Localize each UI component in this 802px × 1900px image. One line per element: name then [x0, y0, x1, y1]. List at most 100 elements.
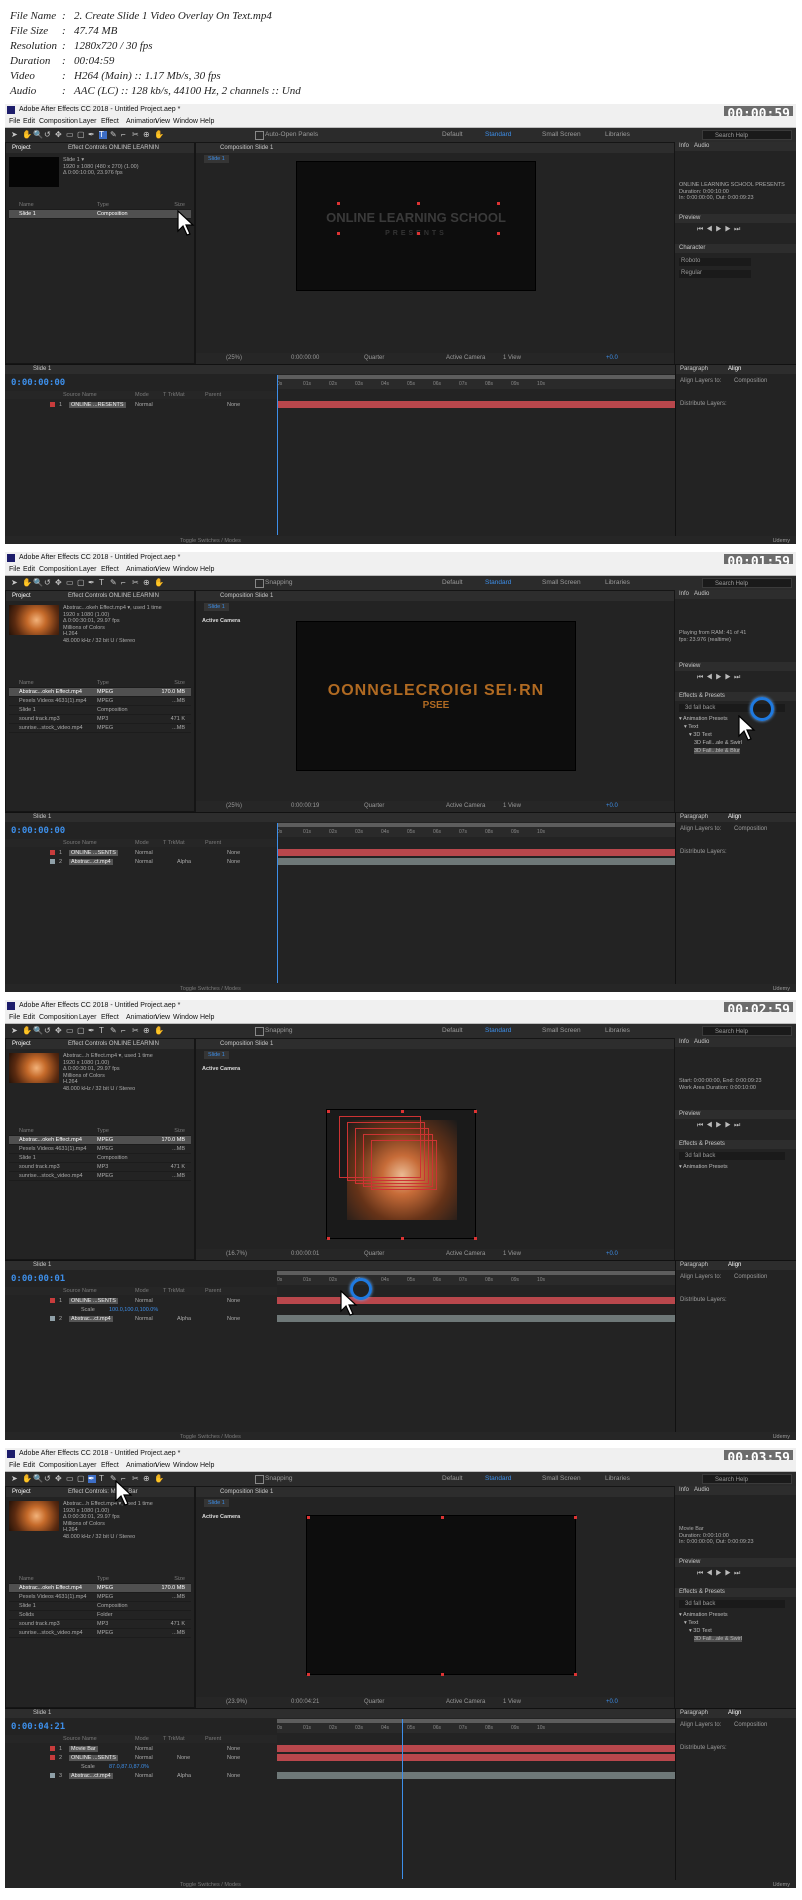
workspace-libraries[interactable]: Libraries — [605, 1475, 630, 1482]
tab-project[interactable]: Project — [12, 1041, 31, 1047]
workspace-standard[interactable]: Standard — [485, 1475, 511, 1482]
menu-item[interactable]: Effect — [101, 566, 119, 573]
workspace-default[interactable]: Default — [442, 579, 463, 586]
menu-item[interactable]: Edit — [23, 1014, 35, 1021]
playhead-line[interactable] — [402, 1719, 404, 1879]
menu-item[interactable]: Layer — [79, 1462, 97, 1469]
preview-transport-controls[interactable]: ⏮◀▶▶⏭ — [697, 1570, 743, 1578]
layer-handle[interactable] — [574, 1673, 577, 1676]
tool-icon[interactable]: ✥ — [55, 579, 63, 587]
resolution-select[interactable]: Quarter — [364, 1251, 384, 1257]
effects-tree-item[interactable]: 3D Fall...ale & Swirl — [694, 1636, 742, 1642]
layer-mode[interactable]: 87.0,87.0,87.0% — [109, 1764, 149, 1770]
tool-icon[interactable]: ⊕ — [143, 1475, 151, 1483]
layer-mode[interactable]: 100.0,100.0,100.0% — [109, 1307, 158, 1313]
effects-tree-item[interactable]: ▾ Text — [684, 1620, 698, 1626]
search-help-input[interactable]: Search Help — [702, 130, 792, 140]
layer-handle[interactable] — [400, 1110, 404, 1113]
menu-item[interactable]: Help — [200, 118, 214, 125]
camera-select[interactable]: Active Camera — [446, 1251, 485, 1257]
font-family-select[interactable]: Roboto — [679, 258, 751, 266]
tool-icon[interactable]: T — [99, 1475, 107, 1483]
tool-icon[interactable]: ✥ — [55, 1027, 63, 1035]
project-list-item[interactable]: Solids Folder — [9, 1611, 191, 1620]
search-help-input[interactable]: Search Help — [702, 1474, 792, 1484]
tool-icon[interactable]: 🔍 — [33, 1027, 43, 1035]
layer-parent[interactable]: None — [227, 1746, 240, 1752]
tool-icon[interactable]: ✋ — [154, 579, 164, 587]
tab-composition[interactable]: Composition Slide 1 — [220, 1489, 273, 1495]
layer-handle[interactable] — [474, 1110, 477, 1113]
layer-handle[interactable] — [327, 1110, 330, 1113]
menu-item[interactable]: Composition — [39, 566, 78, 573]
tool-icon[interactable]: ➤ — [11, 1027, 19, 1035]
preview-transport-controls[interactable]: ⏮◀▶▶⏭ — [697, 226, 743, 234]
tool-icon[interactable]: ▢ — [77, 1475, 85, 1483]
tool-icon[interactable]: 🔍 — [33, 579, 43, 587]
tab-paragraph[interactable]: Paragraph — [680, 814, 708, 820]
composition-viewer[interactable] — [306, 1515, 577, 1676]
align-target-select[interactable]: Composition — [734, 378, 767, 384]
tab-align[interactable]: Align — [728, 366, 741, 372]
layer-parent[interactable]: None — [227, 402, 240, 408]
font-style-select[interactable]: Regular — [679, 270, 751, 278]
menu-item[interactable]: View — [155, 1014, 170, 1021]
tab-paragraph[interactable]: Paragraph — [680, 366, 708, 372]
menu-item[interactable]: Effect — [101, 1014, 119, 1021]
project-list-item[interactable]: Slide 1 Composition — [9, 1602, 191, 1611]
current-time-display[interactable]: 0:00:00:00 — [11, 826, 65, 836]
layer-handle[interactable] — [307, 1516, 310, 1519]
layer-handle[interactable] — [337, 202, 340, 205]
layer-handle[interactable] — [417, 202, 420, 205]
tool-icon[interactable]: ✒ — [88, 1475, 96, 1483]
tool-icon[interactable]: ✂ — [132, 1475, 140, 1483]
layer-parent[interactable]: None — [227, 850, 240, 856]
tab-align[interactable]: Align — [728, 1262, 741, 1268]
tab-align[interactable]: Align — [728, 1710, 741, 1716]
project-list-item[interactable]: Abstrac...okeh Effect.mp4 MPEG 170.0 MB — [9, 1584, 191, 1593]
tool-icon[interactable]: ✋ — [154, 1027, 164, 1035]
menu-item[interactable]: Window — [173, 118, 198, 125]
view-layout-select[interactable]: 1 View — [503, 1251, 521, 1257]
layer-parent[interactable]: None — [227, 1755, 240, 1761]
view-layout-select[interactable]: 1 View — [503, 355, 521, 361]
timeline-layer-row[interactable]: 2 Abstrac...ct.mp4 Normal Alpha None — [5, 1315, 277, 1323]
comp-breadcrumb[interactable]: Slide 1 — [204, 603, 229, 611]
timeline-layer-row[interactable]: Scale 87.0,87.0,87.0% — [5, 1763, 277, 1771]
layer-parent[interactable]: None — [227, 1773, 240, 1779]
auto-open-checkbox[interactable] — [255, 1027, 264, 1036]
playhead-line[interactable] — [277, 823, 278, 983]
preview-transport-controls[interactable]: ⏮◀▶▶⏭ — [697, 674, 743, 682]
project-list-item[interactable]: sound track.mp3 MP3 471 K — [9, 1620, 191, 1629]
auto-open-checkbox[interactable] — [255, 131, 264, 140]
layer-handle[interactable] — [307, 1673, 310, 1676]
menu-item[interactable]: Window — [173, 1014, 198, 1021]
project-list-item[interactable]: Pexels Videos 4631(1).mp4 MPEG ...MB — [9, 1593, 191, 1602]
resolution-select[interactable]: Quarter — [364, 1699, 384, 1705]
menu-item[interactable]: File — [9, 1462, 20, 1469]
menu-item[interactable]: File — [9, 1014, 20, 1021]
layer-handle[interactable] — [474, 1237, 477, 1240]
menu-item[interactable]: Edit — [23, 118, 35, 125]
viewer-time[interactable]: 0:00:04:21 — [291, 1699, 319, 1705]
tool-icon[interactable]: ✎ — [110, 131, 118, 139]
viewer-time[interactable]: 0:00:00:01 — [291, 1251, 319, 1257]
layer-mode[interactable]: Normal — [135, 1773, 153, 1779]
timeline-layer-row[interactable]: 1 ONLINE ...SENTS Normal None — [5, 849, 277, 857]
current-time-display[interactable]: 0:00:04:21 — [11, 1722, 65, 1732]
timeline-layer-row[interactable]: 1 Movie Bar Normal None — [5, 1745, 277, 1753]
camera-select[interactable]: Active Camera — [446, 1699, 485, 1705]
layer-parent[interactable]: None — [227, 1298, 240, 1304]
zoom-value[interactable]: (25%) — [226, 803, 242, 809]
zoom-value[interactable]: (25%) — [226, 355, 242, 361]
timeline-layer-row[interactable]: 3 Abstrac...ct.mp4 Normal Alpha None — [5, 1772, 277, 1780]
layer-trkmat[interactable]: Alpha — [177, 859, 191, 865]
layer-trkmat[interactable]: None — [177, 1755, 190, 1761]
tool-icon[interactable]: ↺ — [44, 579, 52, 587]
effects-tree-item[interactable]: 3D Fall...ble & Blur — [694, 748, 740, 754]
tool-icon[interactable]: ⊕ — [143, 131, 151, 139]
workspace-small-screen[interactable]: Small Screen — [542, 1027, 581, 1034]
tool-icon[interactable]: ⌐ — [121, 579, 129, 587]
project-list-item[interactable]: Slide 1 Composition — [9, 210, 191, 219]
tool-icon[interactable]: ▢ — [77, 579, 85, 587]
